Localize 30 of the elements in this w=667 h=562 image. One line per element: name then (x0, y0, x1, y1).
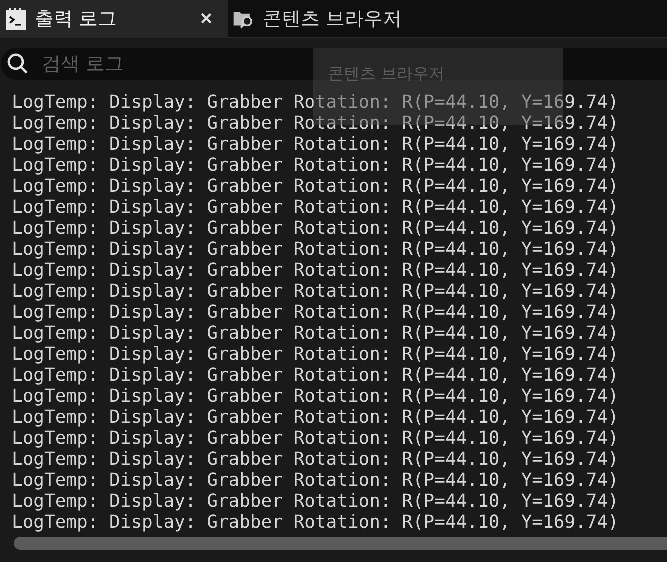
log-line: LogTemp: Display: Grabber Rotation: R(P=44.10, Y=169.74) (12, 155, 619, 176)
log-line: LogTemp: Display: Grabber Rotation: R(P=44.10, Y=169.74) (12, 344, 619, 365)
log-line: LogTemp: Display: Grabber Rotation: R(P=44.10, Y=169.74) (12, 218, 619, 239)
log-line: LogTemp: Display: Grabber Rotation: R(P=44.10, Y=169.74) (12, 239, 619, 260)
log-line: LogTemp: Display: Grabber Rotation: R(P=44.10, Y=169.74) (12, 113, 619, 134)
log-line: LogTemp: Display: Grabber Rotation: R(P=44.10, Y=169.74) (12, 134, 619, 155)
close-icon[interactable] (201, 13, 212, 24)
log-line: LogTemp: Display: Grabber Rotation: R(P=44.10, Y=169.74) (12, 176, 619, 197)
search-field[interactable]: 검색 로그 (40, 52, 294, 76)
log-line: LogTemp: Display: Grabber Rotation: R(P=44.10, Y=169.74) (12, 449, 619, 470)
log-line: LogTemp: Display: Grabber Rotation: R(P=44.10, Y=169.74) (12, 512, 619, 533)
log-line: LogTemp: Display: Grabber Rotation: R(P=44.10, Y=169.74) (12, 281, 619, 302)
log-line: LogTemp: Display: Grabber Rotation: R(P=44.10, Y=169.74) (12, 302, 619, 323)
log-line: LogTemp: Display: Grabber Rotation: R(P=44.10, Y=169.74) (12, 470, 619, 491)
panel-tab[interactable]: 출력 로그 (0, 0, 228, 37)
log-line: LogTemp: Display: Grabber Rotation: R(P=44.10, Y=169.74) (12, 197, 619, 218)
log-line: LogTemp: Display: Grabber Rotation: R(P=44.10, Y=169.74) (12, 491, 619, 512)
tab-label: 출력 로그 (35, 6, 118, 32)
search-icon (6, 52, 30, 76)
scrollbar[interactable] (14, 537, 667, 550)
log-line: LogTemp: Display: Grabber Rotation: R(P=44.10, Y=169.74) (12, 92, 619, 113)
log-line: LogTemp: Display: Grabber Rotation: R(P=44.10, Y=169.74) (12, 260, 619, 281)
log-line: LogTemp: Display: Grabber Rotation: R(P=44.10, Y=169.74) (12, 323, 619, 344)
tab-label: 콘텐츠 브라우저 (263, 6, 402, 32)
log-line: LogTemp: Display: Grabber Rotation: R(P=44.10, Y=169.74) (12, 407, 619, 428)
log-line: LogTemp: Display: Grabber Rotation: R(P=44.10, Y=169.74) (12, 365, 619, 386)
log-line: LogTemp: Display: Grabber Rotation: R(P=44.10, Y=169.74) (12, 428, 619, 449)
terminal-icon (5, 6, 27, 30)
panel-tab[interactable]: 콘텐츠 브라우저 (228, 0, 412, 37)
log-line: LogTemp: Display: Grabber Rotation: R(P=44.10, Y=169.74) (12, 386, 619, 407)
